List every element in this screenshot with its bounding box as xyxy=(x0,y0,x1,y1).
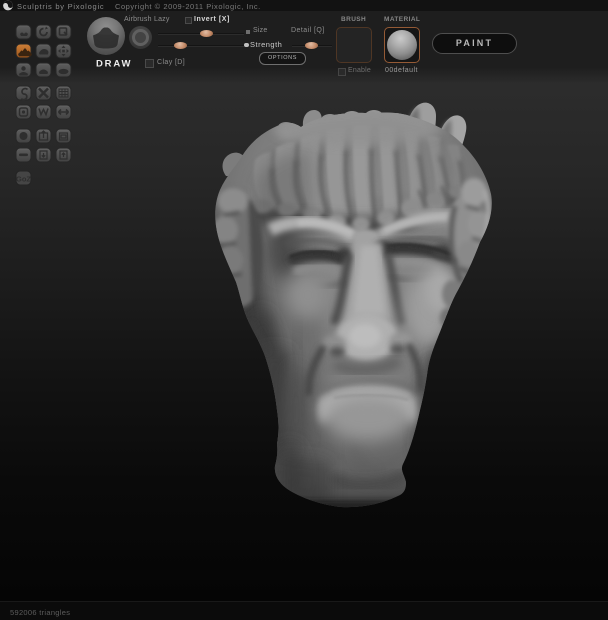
svg-text:GoZ: GoZ xyxy=(16,175,31,184)
svg-text:DRAW: DRAW xyxy=(96,59,132,70)
